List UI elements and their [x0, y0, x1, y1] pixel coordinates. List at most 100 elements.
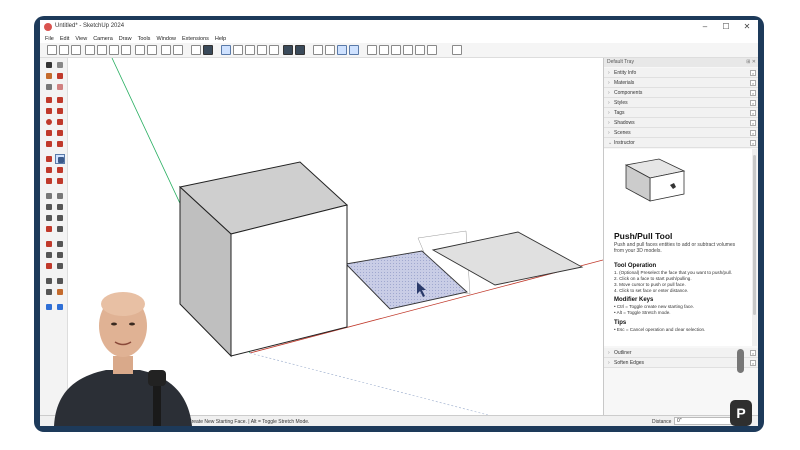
menu-view[interactable]: View [75, 36, 87, 42]
menu-file[interactable]: File [45, 36, 54, 42]
menu-draw[interactable]: Draw [119, 36, 132, 42]
circle-tool-icon[interactable] [44, 117, 54, 127]
flip-tool-icon[interactable] [44, 191, 54, 201]
pan-tool-icon[interactable] [55, 239, 65, 249]
panel-tags[interactable]: › Tags × [604, 108, 758, 118]
select-tool-icon[interactable] [44, 60, 54, 70]
iso-view-icon[interactable] [221, 45, 231, 55]
xray-icon[interactable] [313, 45, 323, 55]
panel-soften-edges[interactable]: › Soften Edges × [604, 358, 758, 368]
panel-instructor[interactable]: ⌄ Instructor × [604, 138, 758, 148]
save-icon[interactable] [71, 45, 81, 55]
push-pull-tool-icon[interactable] [55, 154, 65, 164]
redo-icon[interactable] [147, 45, 157, 55]
new-file-icon[interactable] [47, 45, 57, 55]
zoom-window-icon[interactable] [55, 250, 65, 260]
cut-icon[interactable] [85, 45, 95, 55]
top-view-icon[interactable] [233, 45, 243, 55]
textured-icon[interactable] [295, 45, 305, 55]
zoom-extents-icon[interactable] [44, 261, 54, 271]
erase-icon[interactable] [121, 45, 131, 55]
close-icon[interactable]: × [750, 100, 756, 106]
protractor-icon[interactable] [44, 213, 54, 223]
right-view-icon[interactable] [257, 45, 267, 55]
minimize-button[interactable]: – [695, 21, 715, 33]
panel-styles[interactable]: › Styles × [604, 98, 758, 108]
open-file-icon[interactable] [59, 45, 69, 55]
rotate-tool-icon[interactable] [44, 165, 54, 175]
pie-tool-icon[interactable] [55, 139, 65, 149]
rectangle-tool-icon[interactable] [44, 106, 54, 116]
close-button[interactable]: ✕ [737, 21, 757, 33]
zoom-tool-icon[interactable] [44, 250, 54, 260]
close-icon[interactable]: × [750, 110, 756, 116]
wireframe-icon[interactable] [325, 45, 335, 55]
panel-components[interactable]: › Components × [604, 88, 758, 98]
undo-icon[interactable] [135, 45, 145, 55]
close-icon[interactable]: × [750, 90, 756, 96]
polygon-tool-icon[interactable] [55, 117, 65, 127]
panel-entity-info[interactable]: › Entity Info × [604, 68, 758, 78]
style-builder-icon[interactable] [415, 45, 425, 55]
tag-tool-icon[interactable] [44, 82, 54, 92]
three-point-arc-icon[interactable] [44, 139, 54, 149]
scale-tool-icon[interactable] [44, 176, 54, 186]
page-icon[interactable] [191, 45, 201, 55]
close-icon[interactable]: × [750, 70, 756, 76]
panel-shadows[interactable]: › Shadows × [604, 118, 758, 128]
menu-window[interactable]: Window [156, 36, 176, 42]
layout-icon[interactable] [391, 45, 401, 55]
section-plane-icon[interactable] [427, 45, 437, 55]
rotated-rectangle-icon[interactable] [55, 106, 65, 116]
monochrome-icon[interactable] [349, 45, 359, 55]
text-tool-icon[interactable] [55, 213, 65, 223]
eraser-icon[interactable] [55, 82, 65, 92]
menu-tools[interactable]: Tools [138, 36, 151, 42]
lasso-tool-icon[interactable] [55, 60, 65, 70]
previous-view-icon[interactable] [55, 261, 65, 271]
panel-materials[interactable]: › Materials × [604, 78, 758, 88]
dimension-icon[interactable] [55, 202, 65, 212]
shaded-icon[interactable] [283, 45, 293, 55]
paste-icon[interactable] [109, 45, 119, 55]
hidden-line-icon[interactable] [337, 45, 347, 55]
menu-help[interactable]: Help [215, 36, 226, 42]
paint-bucket-icon[interactable] [55, 71, 65, 81]
follow-me-icon[interactable] [55, 165, 65, 175]
close-icon[interactable]: × [750, 80, 756, 86]
line-tool-icon[interactable] [44, 95, 54, 105]
close-icon[interactable]: × [750, 130, 756, 136]
tray-pin-close-icon[interactable]: ⊞ ✕ [746, 58, 756, 67]
sandbox-icon[interactable] [452, 45, 462, 55]
close-icon[interactable]: × [750, 140, 756, 146]
square-face-far[interactable] [431, 231, 584, 286]
panel-scenes[interactable]: › Scenes × [604, 128, 758, 138]
instructor-scrollbar[interactable] [752, 149, 757, 346]
front-view-icon[interactable] [245, 45, 255, 55]
orbit-tool-icon[interactable] [44, 239, 54, 249]
back-view-icon[interactable] [269, 45, 279, 55]
3d-warehouse-icon[interactable] [367, 45, 377, 55]
make-component-icon[interactable] [44, 71, 54, 81]
menu-camera[interactable]: Camera [93, 36, 113, 42]
axes-tool-icon[interactable] [44, 224, 54, 234]
maximize-button[interactable]: ☐ [716, 21, 736, 33]
offset-tool-icon[interactable] [55, 176, 65, 186]
two-point-arc-icon[interactable] [55, 128, 65, 138]
freehand-icon[interactable] [55, 95, 65, 105]
close-icon[interactable]: × [750, 360, 756, 366]
menu-edit[interactable]: Edit [60, 36, 69, 42]
user-icon[interactable] [203, 45, 213, 55]
extension-warehouse-icon[interactable] [379, 45, 389, 55]
3d-text-icon[interactable] [55, 224, 65, 234]
move-tool-icon[interactable] [44, 154, 54, 164]
panel-outliner[interactable]: › Outliner × [604, 348, 758, 358]
solid-tools-icon[interactable] [55, 191, 65, 201]
model-info-icon[interactable] [173, 45, 183, 55]
menu-extensions[interactable]: Extensions [182, 36, 209, 42]
copy-icon[interactable] [97, 45, 107, 55]
print-icon[interactable] [161, 45, 171, 55]
arc-tool-icon[interactable] [44, 128, 54, 138]
close-icon[interactable]: × [750, 120, 756, 126]
tape-measure-icon[interactable] [44, 202, 54, 212]
